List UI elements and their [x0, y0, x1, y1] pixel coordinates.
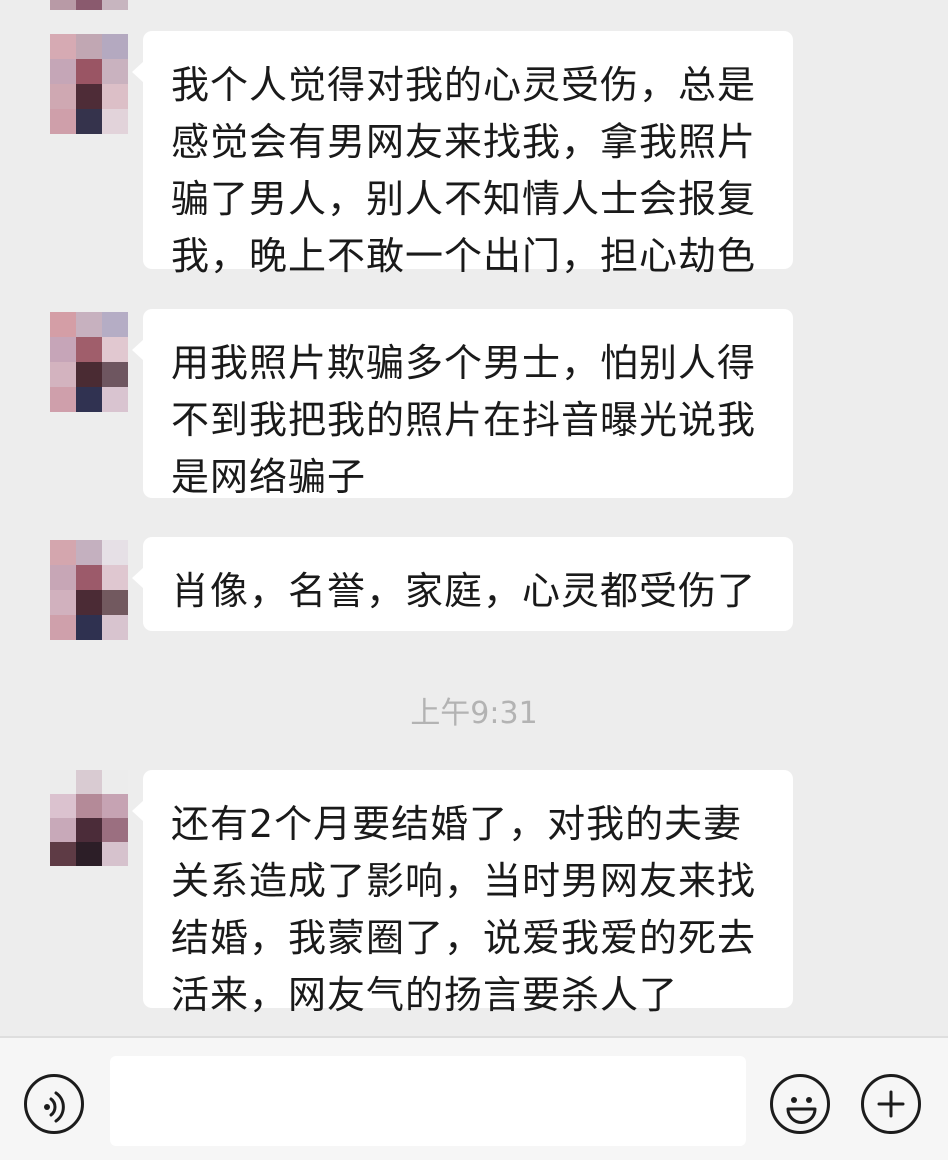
message-bubble[interactable]: 用我照片欺骗多个男士，怕别人得 不到我把我的照片在抖音曝光说我 是网络骗子	[132, 309, 793, 499]
voice-icon[interactable]	[24, 1074, 84, 1134]
plus-icon[interactable]	[861, 1074, 921, 1134]
avatar[interactable]	[50, 540, 128, 640]
input-bar	[0, 1036, 948, 1160]
message-input[interactable]	[110, 1056, 746, 1146]
message-bubble[interactable]: 我个人觉得对我的心灵受伤，总是 感觉会有男网友来找我，拿我照片 骗了男人，别人不…	[132, 31, 793, 278]
avatar[interactable]	[50, 34, 128, 134]
message-bubble[interactable]: 肖像，名誉，家庭，心灵都受伤了	[132, 537, 793, 631]
chat-area[interactable]: 我个人觉得对我的心灵受伤，总是 感觉会有男网友来找我，拿我照片 骗了男人，别人不…	[0, 0, 948, 1036]
avatar[interactable]	[50, 770, 128, 866]
avatar[interactable]	[50, 0, 128, 10]
emoji-icon[interactable]	[770, 1074, 830, 1134]
timestamp: 上午9:31	[410, 696, 538, 731]
message-bubble[interactable]: 还有2个月要结婚了，对我的夫妻 关系造成了影响，当时男网友来找 结婚，我蒙圈了，…	[132, 770, 793, 1017]
avatar[interactable]	[50, 312, 128, 412]
